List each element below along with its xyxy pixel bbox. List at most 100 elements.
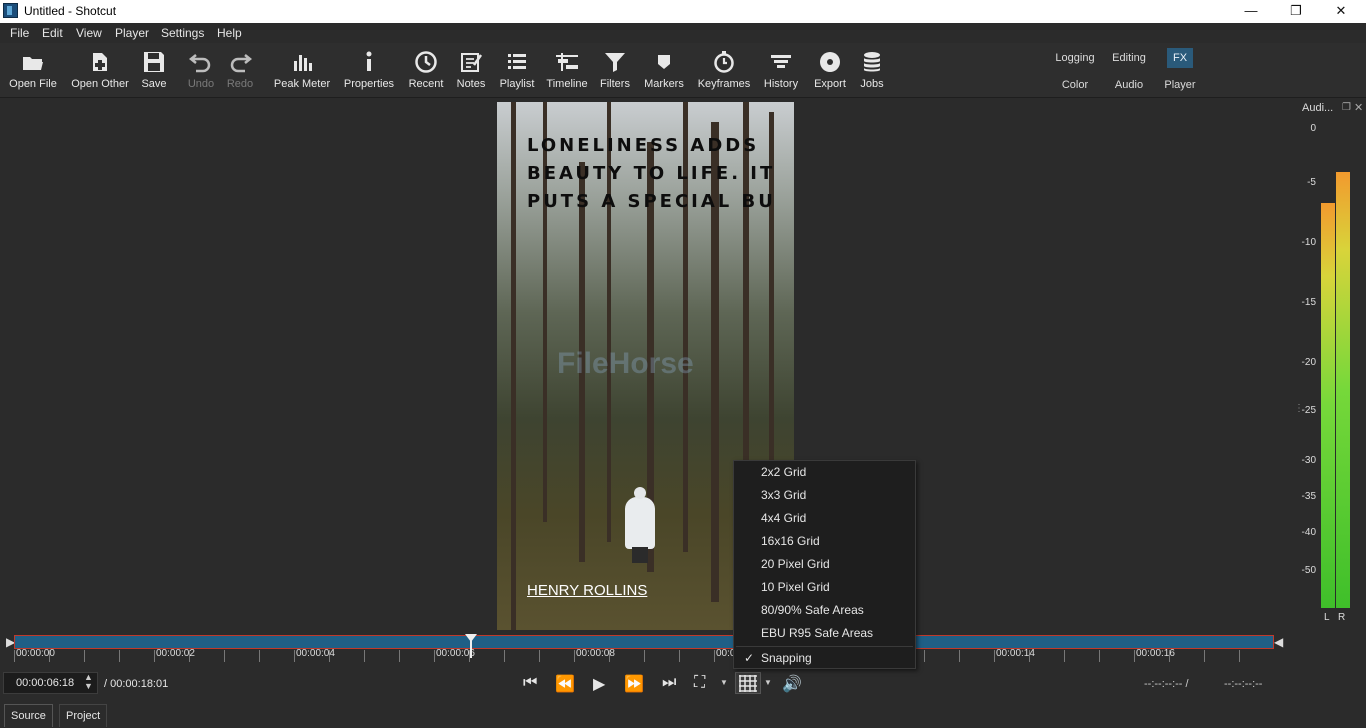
- bottom-tabs: Source Project: [0, 704, 1366, 728]
- menu-player[interactable]: Player: [115, 26, 149, 40]
- tab-project[interactable]: Project: [59, 704, 108, 727]
- menu-item-ebu-r95-safe-areas[interactable]: EBU R95 Safe Areas: [761, 622, 873, 645]
- peak-meter-icon: [294, 55, 312, 71]
- workspace-player[interactable]: Player: [1160, 75, 1200, 95]
- meter-tick-label: -50: [1301, 565, 1316, 576]
- menu-view[interactable]: View: [76, 26, 102, 40]
- menu-item-4x4-grid[interactable]: 4x4 Grid: [761, 507, 806, 530]
- menu-item-16x16-grid[interactable]: 16x16 Grid: [761, 530, 820, 553]
- notes-button[interactable]: Notes: [452, 43, 490, 97]
- timecode-spinner-icon[interactable]: ▲ ▼: [84, 673, 93, 691]
- close-button[interactable]: ✕: [1318, 0, 1364, 23]
- meter-tick-label: -10: [1301, 237, 1316, 248]
- zoom-dropdown-chevron-icon[interactable]: ▼: [720, 678, 728, 687]
- duration-timecode: / 00:00:18:01: [104, 678, 169, 690]
- meter-tick-label: 0: [1310, 123, 1316, 134]
- meter-label-right: R: [1338, 612, 1346, 623]
- workspace-color[interactable]: Color: [1055, 75, 1095, 95]
- resize-handle-icon[interactable]: ⋮: [1294, 403, 1304, 414]
- save-button[interactable]: Save: [136, 43, 172, 97]
- menu-item-2x2-grid[interactable]: 2x2 Grid: [761, 461, 806, 484]
- open-other-button[interactable]: Open Other: [66, 43, 134, 97]
- menu-item-3x3-grid[interactable]: 3x3 Grid: [761, 484, 806, 507]
- funnel-icon: [605, 53, 625, 72]
- menu-item-snapping[interactable]: Snapping: [761, 647, 812, 670]
- undo-icon: [188, 54, 211, 73]
- maximize-button[interactable]: ❐: [1273, 0, 1319, 23]
- timeline-button[interactable]: Timeline: [545, 43, 589, 97]
- clock-icon: [415, 51, 437, 73]
- scrubber-time-label: 00:00:14: [996, 648, 1035, 659]
- menu-item-20-pixel-grid[interactable]: 20 Pixel Grid: [761, 553, 830, 576]
- open-other-icon: [93, 53, 107, 71]
- tab-source[interactable]: Source: [4, 704, 53, 727]
- meter-tick-label: -40: [1301, 527, 1316, 538]
- window-title: Untitled - Shotcut: [24, 4, 117, 18]
- menu-help[interactable]: Help: [217, 26, 242, 40]
- open-file-button[interactable]: Open File: [4, 43, 62, 97]
- timeline-icon: [556, 53, 578, 71]
- menu-settings[interactable]: Settings: [161, 26, 204, 40]
- fast-forward-icon[interactable]: ⏩: [624, 674, 644, 694]
- author-text: HENRY ROLLINS: [527, 582, 648, 599]
- scrubber-time-label: 00:00:16: [1136, 648, 1175, 659]
- undock-icon[interactable]: ❐: [1342, 102, 1351, 113]
- scrubber-bar[interactable]: [14, 635, 1274, 649]
- watermark-text: FileHorse: [557, 347, 694, 380]
- shotcut-logo-icon: [3, 3, 18, 18]
- history-icon: [771, 55, 791, 68]
- playhead[interactable]: [465, 632, 477, 658]
- keyframes-button[interactable]: Keyframes: [694, 43, 754, 97]
- grid-dropdown-chevron-icon[interactable]: ▼: [764, 678, 772, 687]
- peak-meter-button[interactable]: Peak Meter: [272, 43, 332, 97]
- meter-tick-label: -30: [1301, 455, 1316, 466]
- notes-icon: [461, 53, 483, 72]
- workspace-fx[interactable]: FX: [1167, 48, 1193, 68]
- skip-previous-icon[interactable]: ⏮: [523, 674, 537, 692]
- quote-text: LONELINESS ADDS BEAUTY TO LIFE. IT PUTS …: [527, 135, 776, 212]
- skip-next-icon[interactable]: ⏭: [662, 674, 676, 692]
- rewind-icon[interactable]: ⏪: [555, 674, 575, 694]
- markers-button[interactable]: Markers: [641, 43, 687, 97]
- export-button[interactable]: Export: [809, 43, 851, 97]
- filters-button[interactable]: Filters: [597, 43, 633, 97]
- workspace-logging[interactable]: Logging: [1052, 48, 1098, 68]
- close-panel-icon[interactable]: ✕: [1354, 101, 1363, 114]
- menu-bar: File Edit View Player Settings Help: [0, 23, 1366, 43]
- menu-item-80-90-safe-areas[interactable]: 80/90% Safe Areas: [761, 599, 864, 622]
- disc-icon: [820, 52, 840, 72]
- meter-tick-label: -15: [1301, 297, 1316, 308]
- workspace-editing[interactable]: Editing: [1107, 48, 1151, 68]
- audio-peak-meter-panel: Audi... ❐ ✕ 0 -5 -10 -15 -20 -25 -30 -35 -40 -50 …: [1294, 98, 1366, 630]
- marker-icon: [658, 55, 670, 69]
- in-point-timecode: --:--:--:-- /: [1144, 678, 1189, 690]
- zoom-fit-icon[interactable]: ⛶: [694, 674, 705, 692]
- folder-open-icon: [23, 57, 43, 70]
- grid-button[interactable]: [735, 672, 761, 694]
- database-icon: [864, 52, 880, 72]
- save-icon: [144, 52, 164, 72]
- meter-label-left: L: [1324, 612, 1330, 623]
- properties-button[interactable]: Properties: [340, 43, 398, 97]
- redo-button[interactable]: Redo: [223, 43, 257, 97]
- meter-bar-right: [1336, 172, 1350, 608]
- redo-icon: [230, 54, 253, 73]
- workspace-audio[interactable]: Audio: [1108, 75, 1150, 95]
- out-marker-icon[interactable]: ◀: [1274, 635, 1283, 649]
- meter-tick-label: -5: [1307, 177, 1316, 188]
- menu-file[interactable]: File: [10, 26, 29, 40]
- jobs-button[interactable]: Jobs: [855, 43, 889, 97]
- meter-tick-label: -35: [1301, 491, 1316, 502]
- menu-edit[interactable]: Edit: [42, 26, 63, 40]
- scrubber[interactable]: ▶ ◀ 00:00:00 00:00:02 00:00:04 00:00:06 00:0…: [0, 632, 1290, 662]
- menu-item-10-pixel-grid[interactable]: 10 Pixel Grid: [761, 576, 830, 599]
- minimize-button[interactable]: —: [1228, 0, 1274, 23]
- volume-icon[interactable]: 🔊: [782, 674, 802, 694]
- undo-button[interactable]: Undo: [184, 43, 218, 97]
- playlist-button[interactable]: Playlist: [496, 43, 538, 97]
- grid-dropdown-menu: 2x2 Grid 3x3 Grid 4x4 Grid 16x16 Grid 20…: [733, 460, 916, 669]
- play-icon[interactable]: ▶: [593, 674, 605, 694]
- main-toolbar: Open File Open Other Save Undo Redo Peak…: [0, 43, 1366, 98]
- history-button[interactable]: History: [760, 43, 802, 97]
- recent-button[interactable]: Recent: [404, 43, 448, 97]
